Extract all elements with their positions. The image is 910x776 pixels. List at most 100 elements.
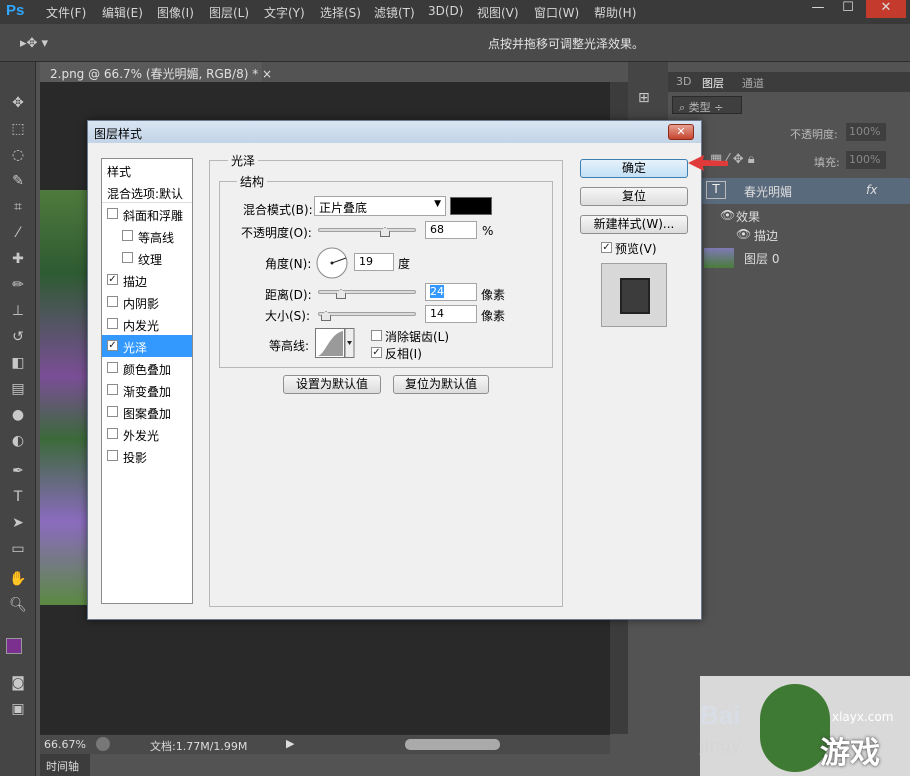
style-item[interactable]: 纹理 xyxy=(102,247,192,269)
move-tool-icon[interactable]: ✥ xyxy=(9,94,27,112)
style-item[interactable]: 内阴影 xyxy=(102,291,192,313)
gradient-tool-icon[interactable]: ▤ xyxy=(9,380,27,398)
eye-icon[interactable]: 👁︎ xyxy=(736,227,751,241)
layer-filter-select[interactable]: ⌕ 类型 ÷ xyxy=(672,96,742,114)
tab-channels[interactable]: 通道 xyxy=(742,75,764,91)
document-tab[interactable]: 2.png @ 66.7% (春光明媚, RGB/8) * × xyxy=(40,62,272,82)
status-menu-icon[interactable] xyxy=(96,737,110,751)
lasso-tool-icon[interactable]: ◌ xyxy=(9,146,27,164)
marquee-tool-icon[interactable]: ⬚ xyxy=(9,120,27,138)
style-item[interactable]: 颜色叠加 xyxy=(102,357,192,379)
minimize-button[interactable]: — xyxy=(804,0,832,18)
size-input[interactable]: 14 xyxy=(425,305,477,323)
menu-help[interactable]: 帮助(H) xyxy=(594,4,636,21)
angle-dial[interactable] xyxy=(315,246,349,280)
reset-button[interactable]: 复位 xyxy=(580,187,688,206)
blend-color-swatch[interactable] xyxy=(450,197,492,215)
style-item[interactable]: 投影 xyxy=(102,445,192,467)
history-brush-tool-icon[interactable]: ↺ xyxy=(9,328,27,346)
dialog-close-button[interactable]: ✕ xyxy=(668,124,694,140)
zoom-tool-icon[interactable]: 🔍︎ xyxy=(9,596,27,614)
crop-tool-icon[interactable]: ⌗ xyxy=(9,198,27,216)
healing-brush-tool-icon[interactable]: ✚ xyxy=(9,250,27,268)
style-item-checkbox[interactable]: ✓ xyxy=(107,340,118,351)
style-item-checkbox[interactable] xyxy=(107,362,118,373)
layer-row-image[interactable]: 图层 0 xyxy=(700,245,910,271)
layer-effect-stroke-row[interactable]: 👁︎ 描边 xyxy=(700,225,910,245)
layer-opacity-field[interactable]: 100% xyxy=(846,123,886,141)
brush-tool-icon[interactable]: ✏ xyxy=(9,276,27,294)
style-item[interactable]: 外发光 xyxy=(102,423,192,445)
blend-mode-select[interactable]: 正片叠底 ▼ xyxy=(314,196,446,216)
tab-close-icon[interactable]: × xyxy=(262,67,272,81)
move-tool-preset-icon[interactable]: ▸✥ ▾ xyxy=(20,36,48,51)
pen-tool-icon[interactable]: ✒ xyxy=(9,462,27,480)
layer-fill-field[interactable]: 100% xyxy=(846,151,886,169)
menu-select[interactable]: 选择(S) xyxy=(320,4,361,21)
style-item-checkbox[interactable] xyxy=(107,384,118,395)
style-item[interactable]: 渐变叠加 xyxy=(102,379,192,401)
distance-input[interactable]: 24 xyxy=(425,283,477,301)
quick-select-tool-icon[interactable]: ✎ xyxy=(9,172,27,190)
style-item[interactable]: 内发光 xyxy=(102,313,192,335)
foreground-color-swatch[interactable] xyxy=(6,638,22,654)
maximize-button[interactable]: ☐ xyxy=(834,0,862,18)
tab-3d[interactable]: 3D xyxy=(676,75,691,88)
layer-row-text[interactable]: T 春光明媚 fx xyxy=(700,178,910,204)
status-arrow-icon[interactable]: ▶ xyxy=(286,737,294,750)
style-item-checkbox[interactable] xyxy=(107,208,118,219)
layer-effects-row[interactable]: 👁︎ 效果 xyxy=(700,206,910,226)
menu-image[interactable]: 图像(I) xyxy=(157,4,194,21)
opacity-slider[interactable] xyxy=(318,228,416,232)
antialias-checkbox[interactable] xyxy=(371,330,382,341)
stamp-tool-icon[interactable]: ⊥ xyxy=(9,302,27,320)
close-button[interactable]: ✕ xyxy=(866,0,906,18)
menu-edit[interactable]: 编辑(E) xyxy=(102,4,143,21)
timeline-tab[interactable]: 时间轴 xyxy=(40,754,90,776)
horizontal-scrollbar[interactable] xyxy=(405,739,500,750)
menu-type[interactable]: 文字(Y) xyxy=(264,4,305,21)
ok-button[interactable]: 确定 xyxy=(580,159,688,178)
style-item[interactable]: 斜面和浮雕 xyxy=(102,203,192,225)
tab-layers[interactable]: 图层 xyxy=(702,75,724,91)
fx-icon[interactable]: fx xyxy=(866,183,877,197)
eyedropper-tool-icon[interactable]: ⁄ xyxy=(9,224,27,242)
style-item[interactable]: ✓ 光泽 xyxy=(102,335,192,357)
style-item-checkbox[interactable]: ✓ xyxy=(107,274,118,285)
style-item[interactable]: ✓ 描边 xyxy=(102,269,192,291)
set-default-button[interactable]: 设置为默认值 xyxy=(283,375,381,394)
zoom-level[interactable]: 66.67% xyxy=(44,738,86,751)
angle-input[interactable]: 19 xyxy=(354,253,394,271)
new-style-button[interactable]: 新建样式(W)... xyxy=(580,215,688,234)
distance-slider[interactable] xyxy=(318,290,416,294)
blur-tool-icon[interactable]: ● xyxy=(9,406,27,424)
eraser-tool-icon[interactable]: ◧ xyxy=(9,354,27,372)
style-item-checkbox[interactable] xyxy=(107,450,118,461)
panel-grid-icon[interactable]: ⊞ xyxy=(638,90,650,106)
style-item-checkbox[interactable] xyxy=(107,428,118,439)
type-tool-icon[interactable]: T xyxy=(9,488,27,506)
menu-file[interactable]: 文件(F) xyxy=(46,4,86,21)
style-item-checkbox[interactable] xyxy=(107,296,118,307)
screen-mode-icon[interactable]: ▣ xyxy=(9,700,27,718)
preview-checkbox[interactable]: ✓ xyxy=(601,242,612,253)
style-item[interactable]: 样式 xyxy=(102,159,192,181)
style-item-checkbox[interactable] xyxy=(107,406,118,417)
invert-checkbox[interactable]: ✓ xyxy=(371,347,382,358)
layer-name[interactable]: 春光明媚 xyxy=(744,183,792,200)
style-item[interactable]: 等高线 xyxy=(102,225,192,247)
contour-picker[interactable] xyxy=(315,328,355,358)
eye-icon[interactable]: 👁︎ xyxy=(720,208,735,222)
layer-name[interactable]: 图层 0 xyxy=(744,250,779,267)
dialog-titlebar[interactable]: 图层样式 ✕ xyxy=(88,121,701,143)
hand-tool-icon[interactable]: ✋ xyxy=(9,570,27,588)
reset-default-button[interactable]: 复位为默认值 xyxy=(393,375,489,394)
menu-window[interactable]: 窗口(W) xyxy=(534,4,579,21)
path-select-tool-icon[interactable]: ➤ xyxy=(9,514,27,532)
style-item[interactable]: 混合选项:默认 xyxy=(102,181,192,203)
style-item[interactable]: 图案叠加 xyxy=(102,401,192,423)
menu-3d[interactable]: 3D(D) xyxy=(428,4,463,18)
style-item-checkbox[interactable] xyxy=(122,230,133,241)
size-slider[interactable] xyxy=(318,312,416,316)
menu-filter[interactable]: 滤镜(T) xyxy=(374,4,415,21)
